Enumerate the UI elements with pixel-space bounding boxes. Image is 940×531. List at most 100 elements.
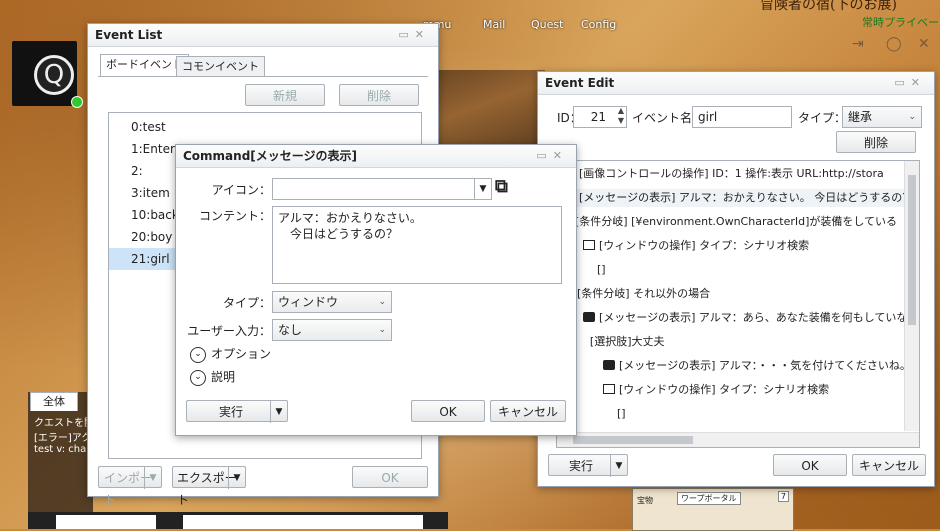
delete-event-button[interactable]: 削除 — [339, 84, 419, 106]
options-expander[interactable]: ⌄ オプション — [190, 345, 271, 363]
window-icon — [583, 240, 595, 250]
export-button[interactable]: エクスポート ▼ — [172, 466, 246, 507]
command-dialog-titlebar[interactable]: Command[メッセージの表示] ▭✕ — [176, 145, 576, 168]
event-edit-cancel-button[interactable]: キャンセル — [852, 454, 926, 476]
icon-label: アイコン： — [211, 183, 271, 197]
command-run-button[interactable]: 実行 ▼ — [186, 400, 288, 423]
tree-node[interactable]: [画像コントロールの操作] ID：1 操作:表示 URL:http://stor… — [563, 165, 884, 183]
chat-message-input[interactable] — [183, 515, 423, 529]
tree-node[interactable]: [] — [617, 405, 626, 423]
user-input-select[interactable]: なし ⌄ — [272, 319, 392, 341]
type-select[interactable]: 継承 ⌄ — [842, 106, 922, 128]
minimize-icon: ▭ — [398, 28, 415, 41]
window-icon — [603, 384, 615, 394]
window-title: Command[メッセージの表示] — [183, 149, 358, 163]
tree-node[interactable]: ⤳[条件分岐] [¥environment.OwnCharacterId]が装備… — [563, 213, 897, 231]
id-stepper[interactable]: 21 ▲ ▼ — [573, 106, 627, 128]
chat-input-bar — [28, 512, 448, 529]
tree-node[interactable]: [ウィンドウの操作] タイプ：シナリオ検索 — [583, 237, 809, 255]
event-list-ok-button[interactable]: OK — [352, 466, 428, 488]
chevron-down-icon[interactable]: ▼ — [270, 401, 287, 423]
content-label: コンテント： — [198, 209, 271, 223]
event-edit-titlebar[interactable]: Event Edit ▭✕ — [538, 72, 934, 95]
message-icon — [603, 360, 615, 370]
nav-item-quest[interactable]: Quest — [531, 18, 563, 31]
close-icon: ✕ — [414, 28, 430, 41]
window-controls[interactable]: ▭✕ — [894, 72, 926, 94]
type-label: タイプ： — [222, 296, 271, 310]
online-status-icon — [71, 96, 83, 108]
import-button[interactable]: インポート ▼ — [98, 466, 162, 507]
chevron-down-circle-icon: ⌄ — [190, 346, 206, 363]
chevron-down-icon: ⌄ — [378, 325, 386, 335]
window-controls[interactable]: ▭✕ — [536, 145, 568, 167]
tree-node[interactable]: [メッセージの表示] アルマ：あら、あなた装備を何もしていな — [583, 309, 907, 327]
tab-common-events[interactable]: コモンイベント — [176, 56, 265, 77]
private-mode-label[interactable]: 常時プライベート — [862, 14, 940, 30]
tree-node[interactable]: [メッセージの表示] アルマ：おかえりなさい。 今日はどうするの？ — [563, 189, 914, 207]
command-cancel-button[interactable]: キャンセル — [490, 400, 566, 422]
command-tree: [画像コントロールの操作] ID：1 操作:表示 URL:http://stor… — [556, 160, 920, 448]
run-label: 実行 — [219, 405, 244, 419]
run-label: 実行 — [569, 459, 594, 473]
chevron-down-icon[interactable]: ▼ — [228, 467, 245, 489]
user-input-value: なし — [278, 323, 303, 337]
chat-line: クエストを開 — [34, 418, 94, 429]
event-run-button[interactable]: 実行 ▼ — [548, 454, 628, 477]
event-edit-ok-button[interactable]: OK — [773, 454, 847, 476]
tree-node[interactable]: [] — [597, 261, 606, 279]
type-label: タイプ： — [798, 111, 847, 125]
tree-node[interactable]: ◢[選択肢]大丈夫 — [567, 333, 665, 351]
minimap-badge: 7 — [777, 491, 789, 502]
avatar[interactable]: Q — [12, 41, 83, 108]
horizontal-scrollbar[interactable] — [557, 432, 919, 447]
stepper-arrows-icon[interactable]: ▲ ▼ — [618, 106, 624, 126]
minimap-label-warp: ワープボータル — [677, 492, 741, 505]
command-ok-button[interactable]: OK — [411, 400, 485, 422]
close-x-icon[interactable]: ✕ — [918, 36, 930, 52]
chevron-down-icon[interactable]: ▼ — [610, 455, 627, 477]
window-title: Event List — [95, 28, 163, 42]
circle-icon[interactable]: ◯ — [886, 36, 902, 52]
add-icon-icon[interactable]: ⧉ — [495, 176, 508, 197]
type-select[interactable]: ウィンドウ ⌄ — [272, 291, 392, 313]
event-name-input[interactable]: girl — [692, 106, 792, 128]
description-label: 説明 — [211, 370, 236, 384]
top-navigation: mmu Mail Quest Config — [415, 0, 635, 36]
list-item[interactable]: 0:test — [109, 116, 421, 138]
chevron-down-icon[interactable]: ▼ — [144, 467, 161, 489]
minimize-icon: ▭ — [894, 76, 911, 89]
chat-channel-select[interactable] — [56, 515, 156, 529]
nav-item-mail[interactable]: Mail — [483, 18, 505, 31]
top-right-icons: ⇥ ◯ ✕ — [848, 36, 940, 56]
chevron-down-circle-icon: ⌄ — [190, 369, 206, 386]
id-value: 21 — [590, 110, 606, 124]
window-title: Event Edit — [545, 76, 615, 90]
event-list-titlebar[interactable]: Event List ▭✕ — [88, 24, 438, 47]
chat-tab-all[interactable]: 全体 — [30, 392, 78, 411]
description-expander[interactable]: ⌄ 説明 — [190, 368, 235, 386]
type-value: ウィンドウ — [278, 295, 339, 309]
scrollbar-thumb[interactable] — [573, 436, 693, 444]
event-delete-button[interactable]: 削除 — [836, 131, 916, 153]
type-value: 継承 — [848, 110, 873, 124]
exit-icon[interactable]: ⇥ — [852, 36, 864, 52]
chevron-down-icon: ⌄ — [908, 112, 916, 122]
tab-divider — [98, 76, 428, 77]
close-icon: ✕ — [910, 76, 926, 89]
content-textarea[interactable]: アルマ：おかえりなさい。 今日はどうするの？ — [272, 206, 562, 284]
tree-node[interactable]: [メッセージの表示] アルマ：・・・気を付けてくださいね。 — [603, 357, 911, 375]
new-event-button[interactable]: 新規 — [245, 84, 325, 106]
chevron-down-icon[interactable]: ▼ — [474, 179, 491, 199]
minimap-panel: 宝物 ワープボータル 7 — [632, 488, 794, 531]
avatar-letter: Q — [34, 55, 74, 95]
nav-item-config[interactable]: Config — [581, 18, 616, 31]
options-label: オプション — [211, 347, 272, 361]
scrollbar-thumb[interactable] — [908, 175, 916, 325]
user-input-label: ユーザー入力： — [187, 324, 271, 338]
tree-node[interactable]: [ウィンドウの操作] タイプ：シナリオ検索 — [603, 381, 829, 399]
vertical-scrollbar[interactable] — [904, 161, 919, 431]
icon-select[interactable]: ▼ — [272, 178, 492, 200]
window-controls[interactable]: ▭✕ — [398, 24, 430, 46]
tree-node[interactable]: [条件分岐] それ以外の場合 — [577, 285, 710, 303]
